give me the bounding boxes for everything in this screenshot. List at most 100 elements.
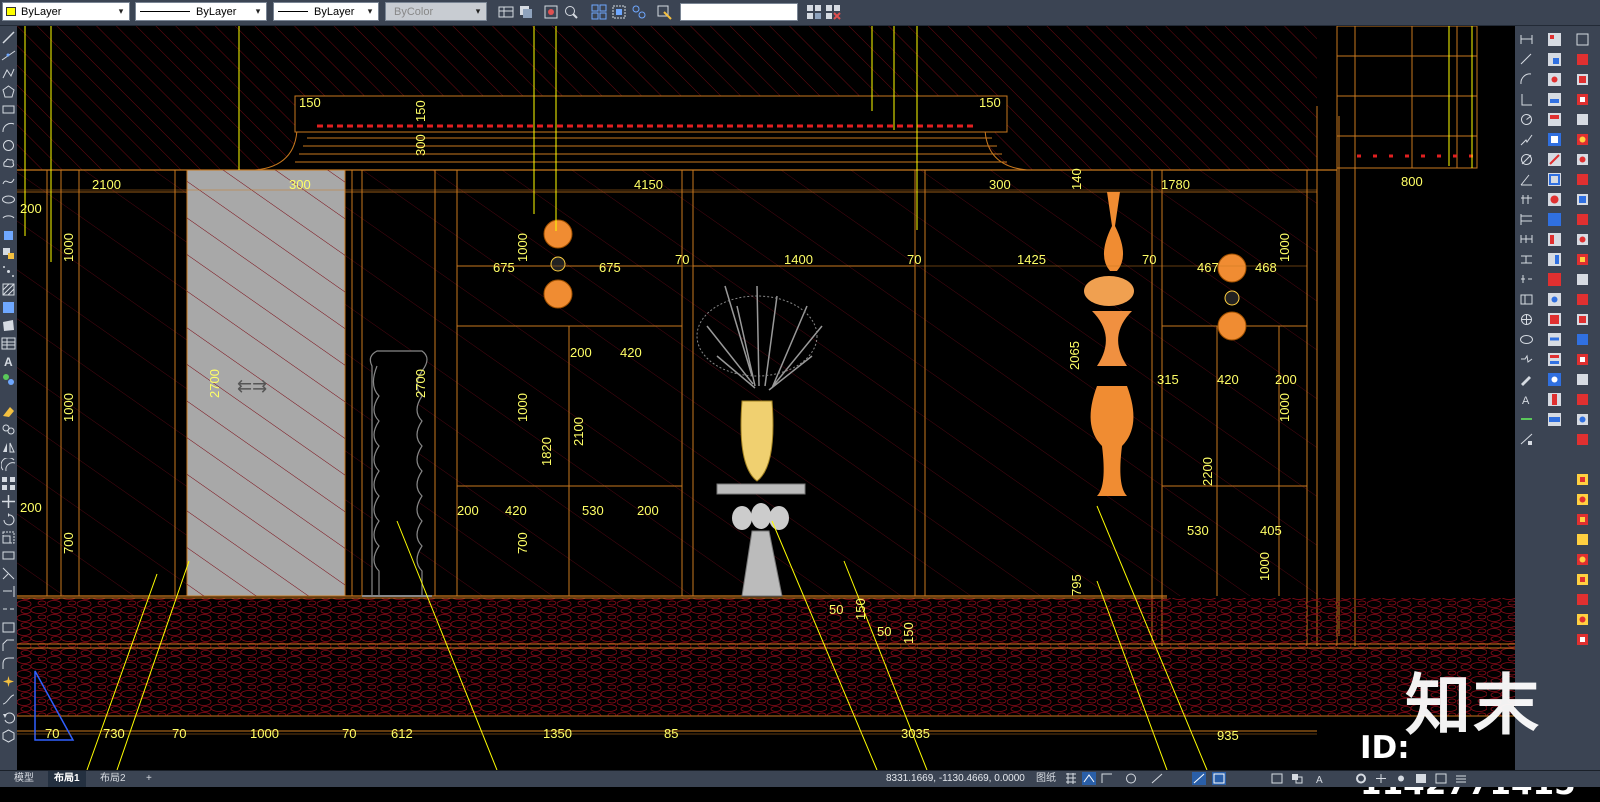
color-dropdown[interactable]: ByLayer ▾ xyxy=(2,2,130,21)
baseline-dim-icon[interactable] xyxy=(1519,212,1534,227)
sidebar-icon-14[interactable] xyxy=(1575,292,1590,307)
customize-icon[interactable] xyxy=(1454,772,1468,785)
join-icon[interactable] xyxy=(1,620,16,635)
drawing-canvas[interactable]: ⇇⇉ 150 150 300 150 2100 300 4150 300 140… xyxy=(17,26,1515,770)
paper-space-toggle[interactable]: 图纸 xyxy=(1030,771,1062,787)
inspect-icon[interactable] xyxy=(1519,332,1534,347)
radius-dim-icon[interactable] xyxy=(1519,112,1534,127)
mtext-icon[interactable]: A xyxy=(1,354,16,369)
construction-line-icon[interactable] xyxy=(1,48,16,63)
stretch-icon[interactable] xyxy=(1,548,16,563)
sidebar-icon-28[interactable] xyxy=(1575,592,1590,607)
sidebar-icon-16[interactable] xyxy=(1575,332,1590,347)
otrack-icon[interactable] xyxy=(1192,772,1206,785)
palette-icon-16[interactable] xyxy=(1547,332,1562,347)
offset-icon[interactable] xyxy=(1,458,16,473)
ungroup-icon[interactable] xyxy=(631,4,647,20)
grid-icon[interactable] xyxy=(1064,772,1078,785)
ellipse-arc-icon[interactable] xyxy=(1,210,16,225)
rectangle-icon[interactable] xyxy=(1,102,16,117)
palette-icon-12[interactable] xyxy=(1547,252,1562,267)
sidebar-icon-30[interactable] xyxy=(1575,632,1590,647)
undo-icon[interactable] xyxy=(1,710,16,725)
erase-icon[interactable] xyxy=(1,404,16,419)
selection-cycling-icon[interactable] xyxy=(1290,772,1304,785)
sidebar-icon-12[interactable] xyxy=(1575,252,1590,267)
sidebar-icon-8[interactable] xyxy=(1575,172,1590,187)
center-mark-icon[interactable] xyxy=(1519,312,1534,327)
gradient-icon[interactable] xyxy=(1,300,16,315)
sidebar-icon-22[interactable] xyxy=(1575,472,1590,487)
tab-layout2[interactable]: 布局2 xyxy=(94,771,132,787)
line-icon[interactable] xyxy=(1,30,16,45)
table-draw-icon[interactable] xyxy=(1,336,16,351)
diameter-dim-icon[interactable] xyxy=(1519,152,1534,167)
angular-dim-icon[interactable] xyxy=(1519,172,1534,187)
copy-icon[interactable] xyxy=(1,422,16,437)
palette-icon-18[interactable] xyxy=(1547,372,1562,387)
hardware-accel-icon[interactable] xyxy=(1414,772,1428,785)
dim-style-icon[interactable] xyxy=(1519,432,1534,447)
trim-icon[interactable] xyxy=(1,566,16,581)
dim-edit-icon[interactable] xyxy=(1519,372,1534,387)
palette-icon-11[interactable] xyxy=(1547,232,1562,247)
add-selected-icon[interactable] xyxy=(1,372,16,387)
linear-dim-icon[interactable] xyxy=(1519,32,1534,47)
sidebar-icon-10[interactable] xyxy=(1575,212,1590,227)
sidebar-icon-24[interactable] xyxy=(1575,512,1590,527)
sidebar-icon-27[interactable] xyxy=(1575,572,1590,587)
sidebar-icon-13[interactable] xyxy=(1575,272,1590,287)
circle-icon[interactable] xyxy=(1,138,16,153)
break-icon[interactable] xyxy=(1,602,16,617)
match-properties-icon[interactable] xyxy=(656,4,672,20)
dim-update-icon[interactable] xyxy=(1519,412,1534,427)
dim-space-icon[interactable] xyxy=(1519,252,1534,267)
lineweight-dropdown[interactable]: ByLayer ▾ xyxy=(273,2,379,21)
ortho-icon[interactable] xyxy=(1100,772,1114,785)
palette-icon-3[interactable] xyxy=(1547,72,1562,87)
palette-icon-2[interactable] xyxy=(1547,52,1562,67)
insert-block-icon[interactable] xyxy=(1,228,16,243)
palette-icon-4[interactable] xyxy=(1547,92,1562,107)
polar-icon[interactable] xyxy=(1124,772,1138,785)
jogged-linear-icon[interactable] xyxy=(1519,352,1534,367)
lineweight-icon[interactable] xyxy=(1212,772,1226,785)
search-input[interactable] xyxy=(680,3,798,21)
grid-select-icon[interactable] xyxy=(591,4,607,20)
palette-icon-19[interactable] xyxy=(1547,392,1562,407)
palette-icon-9[interactable] xyxy=(1547,192,1562,207)
snap-icon[interactable] xyxy=(1082,772,1096,785)
sidebar-icon-6[interactable] xyxy=(1575,132,1590,147)
aligned-dim-icon[interactable] xyxy=(1519,52,1534,67)
sidebar-icon-9[interactable] xyxy=(1575,192,1590,207)
palette-icon-14[interactable] xyxy=(1547,292,1562,307)
isolate-icon[interactable] xyxy=(1394,772,1408,785)
sidebar-icon-18[interactable] xyxy=(1575,372,1590,387)
palette-icon-10[interactable] xyxy=(1547,212,1562,227)
sidebar-icon-19[interactable] xyxy=(1575,392,1590,407)
palette-icon-8[interactable] xyxy=(1547,172,1562,187)
zoom-window-icon[interactable] xyxy=(563,4,579,20)
clean-screen-icon[interactable] xyxy=(1434,772,1448,785)
annotation-scale-icon[interactable]: A xyxy=(1314,772,1328,785)
dim-text-edit-icon[interactable]: A xyxy=(1519,392,1534,407)
point-icon[interactable] xyxy=(1,264,16,279)
spline-icon[interactable] xyxy=(1,174,16,189)
sidebar-icon-7[interactable] xyxy=(1575,152,1590,167)
chamfer-icon[interactable] xyxy=(1,638,16,653)
cube-icon[interactable] xyxy=(1,728,16,743)
arc-dim-icon[interactable] xyxy=(1519,72,1534,87)
sidebar-icon-1[interactable] xyxy=(1575,32,1590,47)
move-icon[interactable] xyxy=(1,494,16,509)
palette-icon-17[interactable] xyxy=(1547,352,1562,367)
quick-dim-icon[interactable] xyxy=(1519,192,1534,207)
add-tab-button[interactable]: + xyxy=(140,771,158,787)
tab-model[interactable]: 模型 xyxy=(8,771,40,787)
dim-break-icon[interactable] xyxy=(1519,272,1534,287)
polygon-icon[interactable] xyxy=(1,84,16,99)
workspace-gear-icon[interactable] xyxy=(1354,772,1368,785)
sidebar-icon-3[interactable] xyxy=(1575,72,1590,87)
palette-icon-20[interactable] xyxy=(1547,412,1562,427)
sidebar-icon-29[interactable] xyxy=(1575,612,1590,627)
group-icon[interactable] xyxy=(611,4,627,20)
